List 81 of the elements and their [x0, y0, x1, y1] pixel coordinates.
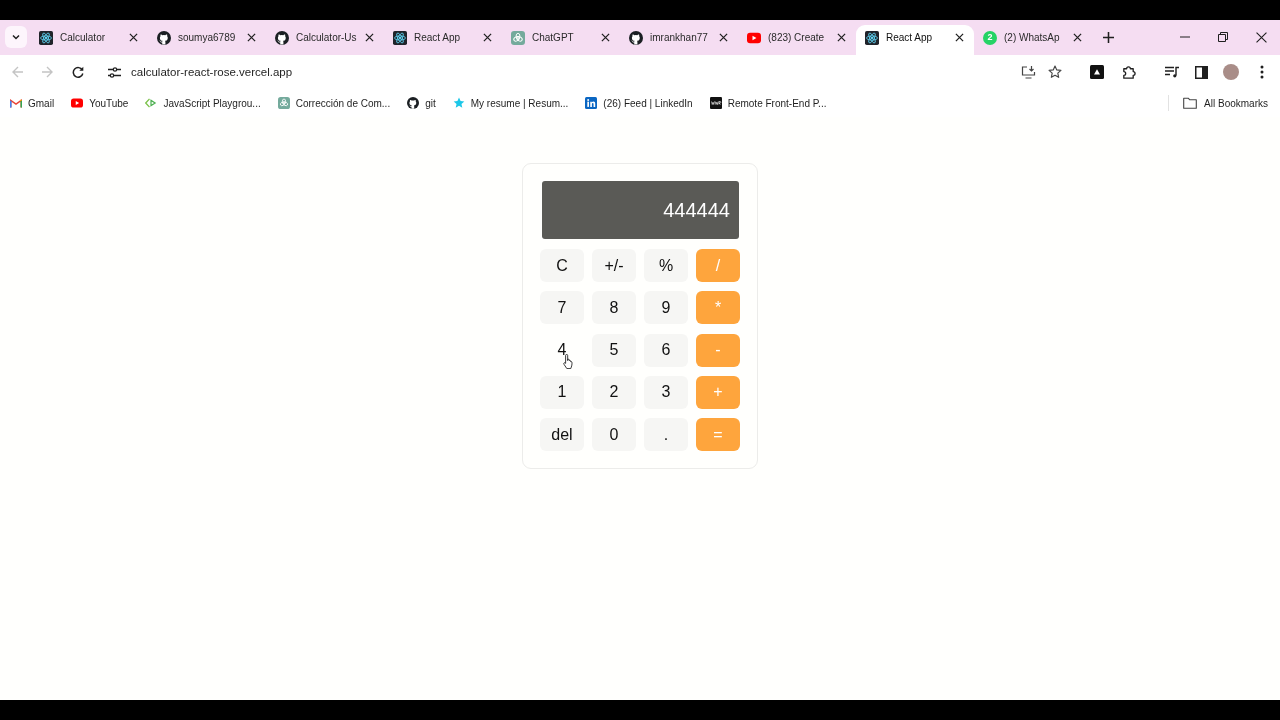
plus-icon — [1102, 31, 1114, 43]
calculator-key[interactable]: . — [644, 418, 688, 451]
browser-tab[interactable]: Calculator — [30, 25, 148, 55]
calculator-key[interactable]: C — [540, 249, 584, 282]
play-icon — [747, 30, 761, 45]
cat-icon — [629, 30, 643, 45]
tune-icon — [107, 66, 121, 78]
calculator-key[interactable]: 9 — [644, 291, 688, 325]
logo-tile-icon — [585, 97, 598, 109]
puzzle-icon — [1120, 64, 1136, 80]
folder-icon — [1183, 97, 1198, 109]
profile-avatar — [1223, 64, 1239, 80]
atom-icon — [393, 30, 407, 45]
close-icon — [364, 33, 374, 42]
calculator-key[interactable]: del — [540, 418, 584, 451]
close-icon — [1255, 31, 1267, 43]
hand-cursor-icon — [563, 353, 574, 369]
calculator-key[interactable]: 3 — [644, 375, 688, 409]
atom-icon — [39, 30, 53, 45]
calculator-key[interactable]: 5 — [592, 333, 636, 367]
close-icon — [1072, 33, 1082, 42]
cat-icon — [157, 30, 171, 45]
calculator-key[interactable]: 1 — [540, 375, 584, 409]
close-icon — [836, 33, 846, 42]
restore-icon — [1218, 32, 1228, 42]
calculator-display: 444444 — [542, 181, 739, 239]
star-icon — [452, 97, 465, 109]
site-settings-button[interactable] — [106, 64, 122, 80]
minimize-icon — [1180, 36, 1190, 38]
browser-tab[interactable]: ChatGPT — [502, 25, 620, 55]
chevron-down-icon — [11, 32, 21, 42]
close-icon — [128, 33, 138, 42]
forward-icon — [41, 66, 53, 78]
bookmark-link[interactable]: Gmail — [10, 97, 55, 109]
bookmark-link[interactable]: JavaScript Playgrou... — [145, 97, 261, 109]
bookmark-link[interactable]: (26) Feed | LinkedIn — [585, 97, 693, 109]
browser-tab[interactable]: soumya6789 — [148, 25, 266, 55]
more-icon — [1260, 65, 1264, 79]
install-icon — [1020, 65, 1036, 79]
all-bookmarks-button[interactable]: All Bookmarks — [1183, 97, 1280, 109]
close-icon — [600, 33, 610, 42]
atom-icon — [865, 30, 879, 45]
star-icon — [1048, 65, 1062, 79]
side-panel-icon — [1194, 65, 1208, 79]
playlist-icon — [1164, 66, 1180, 78]
play-icon — [71, 97, 84, 109]
browser-tab[interactable]: 2 (2) WhatsAp — [974, 25, 1092, 55]
close-icon — [954, 33, 964, 42]
cat-icon — [407, 97, 420, 109]
code-icon — [145, 97, 158, 109]
cat-icon — [275, 30, 289, 45]
back-icon — [12, 66, 24, 78]
knot-icon — [277, 97, 290, 109]
calculator-key[interactable]: 6 — [644, 333, 688, 367]
address-field[interactable]: calculator-react-rose.vercel.app — [131, 66, 293, 78]
close-icon — [482, 33, 492, 42]
bookmark-link[interactable]: Remote Front-End P... — [709, 97, 827, 109]
calculator-key[interactable]: % — [644, 249, 688, 282]
knot-icon — [511, 30, 525, 45]
reload-icon — [72, 66, 84, 78]
bookmark-link[interactable]: YouTube — [71, 97, 129, 109]
browser-tab[interactable]: (823) Create — [738, 25, 856, 55]
browser-tab[interactable]: Calculator-Us — [266, 25, 384, 55]
browser-tab[interactable]: React App — [856, 25, 974, 55]
tab-list-button[interactable] — [5, 26, 27, 48]
close-icon — [246, 33, 256, 42]
bookmark-link[interactable]: git — [407, 97, 436, 109]
envelope-icon — [10, 97, 22, 109]
bookmark-link[interactable]: My resume | Resum... — [452, 97, 569, 109]
logo-tile-icon — [709, 97, 722, 109]
notification-badge: 2 — [983, 30, 997, 45]
browser-tab[interactable]: React App — [384, 25, 502, 55]
browser-tab[interactable]: imrankhan77 — [620, 25, 738, 55]
calculator-key[interactable]: 2 — [592, 375, 636, 409]
calculator-key[interactable]: +/- — [592, 249, 636, 282]
calculator-key[interactable]: 8 — [592, 291, 636, 325]
close-icon — [718, 33, 728, 42]
calculator-key[interactable]: 0 — [592, 418, 636, 451]
triangle-tile-icon — [1090, 65, 1104, 79]
calculator-key[interactable]: 7 — [540, 291, 584, 325]
bookmark-link[interactable]: Corrección de Com... — [277, 97, 391, 109]
